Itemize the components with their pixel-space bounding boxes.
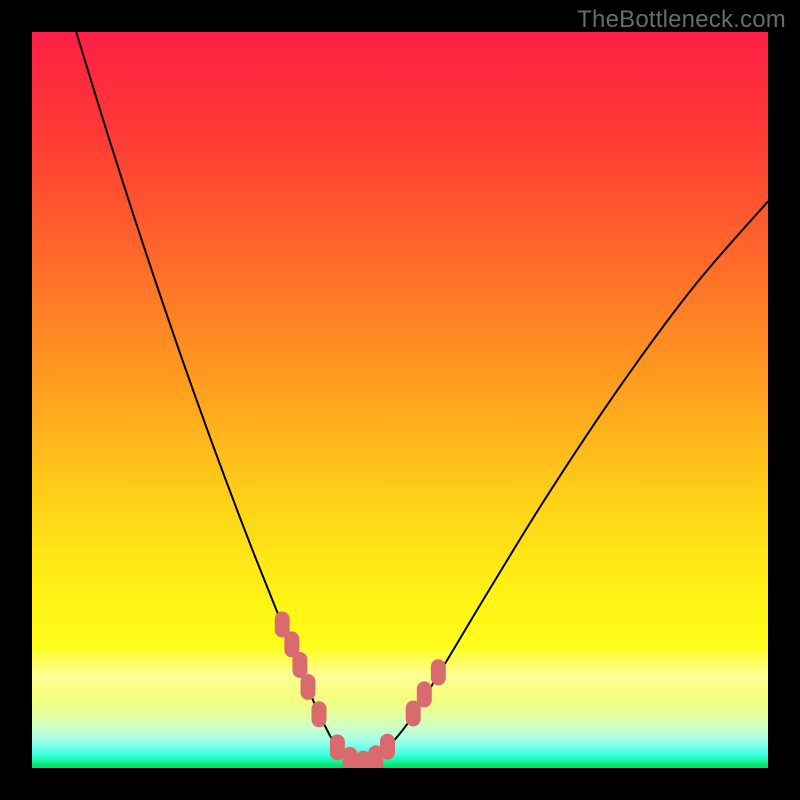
curve-marker bbox=[312, 701, 327, 727]
plot-area bbox=[32, 32, 768, 768]
curve-marker bbox=[301, 674, 316, 700]
curve-marker bbox=[417, 681, 432, 707]
chart-svg bbox=[32, 32, 768, 768]
bottleneck-curve bbox=[76, 32, 768, 764]
curve-marker bbox=[343, 747, 358, 768]
outer-frame: TheBottleneck.com bbox=[0, 0, 800, 800]
curve-markers bbox=[275, 612, 446, 769]
watermark-text: TheBottleneck.com bbox=[577, 6, 786, 34]
curve-marker bbox=[431, 659, 446, 685]
curve-marker bbox=[292, 652, 307, 678]
curve-marker bbox=[380, 734, 395, 760]
